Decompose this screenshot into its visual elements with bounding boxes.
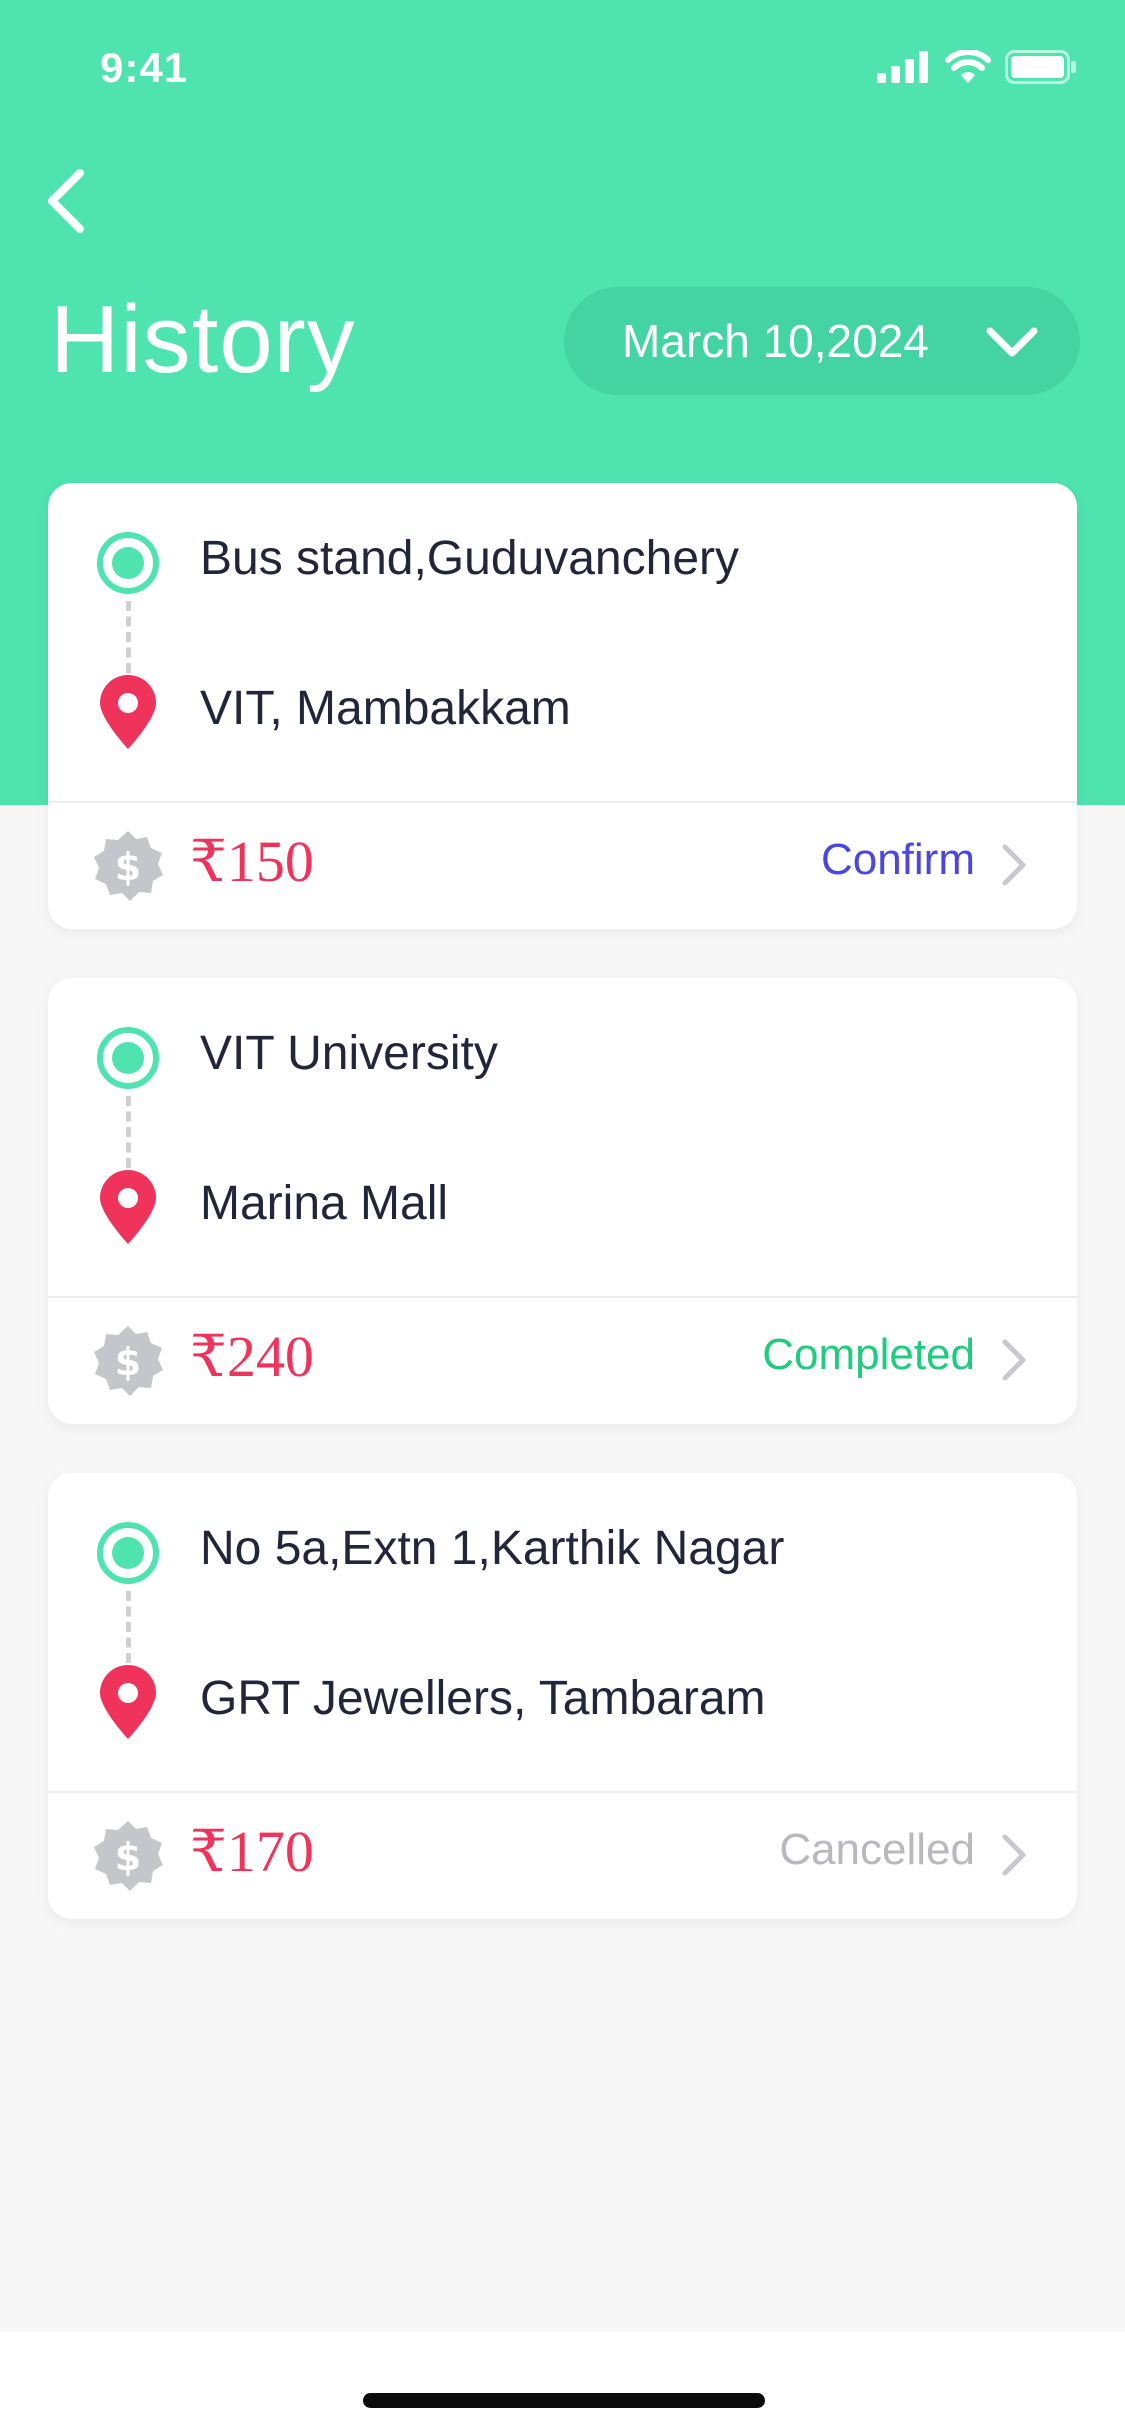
wifi-icon xyxy=(945,50,991,83)
dropoff-location: GRT Jewellers, Tambaram xyxy=(200,1672,766,1725)
fare-amount: ₹170 xyxy=(190,1819,314,1884)
location-pin-icon xyxy=(100,1665,156,1739)
pickup-location: Bus stand,Guduvanchery xyxy=(200,532,739,585)
svg-text:$: $ xyxy=(115,1340,141,1384)
fare-amount: ₹150 xyxy=(190,829,314,894)
pickup-location: VIT University xyxy=(200,1027,498,1080)
chevron-down-icon xyxy=(986,327,1038,357)
date-filter-dropdown[interactable]: March 10,2024 xyxy=(564,287,1080,395)
location-pin-icon xyxy=(100,675,156,749)
card-divider xyxy=(48,1791,1077,1793)
trip-status: Confirm xyxy=(820,835,975,884)
origin-circle-icon xyxy=(97,1027,159,1089)
dollar-coin-icon: $ xyxy=(94,1326,163,1396)
page-title: History xyxy=(50,286,356,393)
signal-icon xyxy=(877,51,928,83)
trip-card[interactable]: No 5a,Extn 1,Karthik Nagar GRT Jewellers… xyxy=(48,1473,1077,1919)
svg-text:$: $ xyxy=(115,1835,141,1879)
battery-icon xyxy=(1005,50,1076,84)
chevron-right-icon xyxy=(1002,1339,1026,1381)
origin-circle-icon xyxy=(97,1522,159,1584)
dollar-coin-icon: $ xyxy=(94,1821,163,1891)
pickup-location: No 5a,Extn 1,Karthik Nagar xyxy=(200,1522,785,1575)
fare-amount: ₹240 xyxy=(190,1324,314,1389)
card-divider xyxy=(48,801,1077,803)
route-connector xyxy=(126,1591,131,1663)
trip-status: Cancelled xyxy=(779,1825,975,1874)
chevron-right-icon xyxy=(1002,1834,1026,1876)
origin-circle-icon xyxy=(97,532,159,594)
home-indicator[interactable] xyxy=(363,2393,765,2408)
dropoff-location: VIT, Mambakkam xyxy=(200,682,571,735)
status-bar-icons xyxy=(877,50,1077,84)
chevron-left-icon xyxy=(48,169,84,233)
trip-status: Completed xyxy=(762,1330,975,1379)
date-filter-label: March 10,2024 xyxy=(622,315,929,367)
svg-text:$: $ xyxy=(115,845,141,889)
trip-card[interactable]: Bus stand,Guduvanchery VIT, Mambakkam $ … xyxy=(48,483,1077,929)
dropoff-location: Marina Mall xyxy=(200,1177,449,1230)
chevron-right-icon xyxy=(1002,844,1026,886)
back-button[interactable] xyxy=(40,165,100,237)
bottom-safe-area xyxy=(0,2332,1125,2436)
route-connector xyxy=(126,601,131,673)
dollar-coin-icon: $ xyxy=(94,831,163,901)
trip-card[interactable]: VIT University Marina Mall $ ₹240 Comple… xyxy=(48,978,1077,1424)
card-divider xyxy=(48,1296,1077,1298)
route-connector xyxy=(126,1096,131,1168)
status-bar-time: 9:41 xyxy=(100,44,189,91)
location-pin-icon xyxy=(100,1170,156,1244)
